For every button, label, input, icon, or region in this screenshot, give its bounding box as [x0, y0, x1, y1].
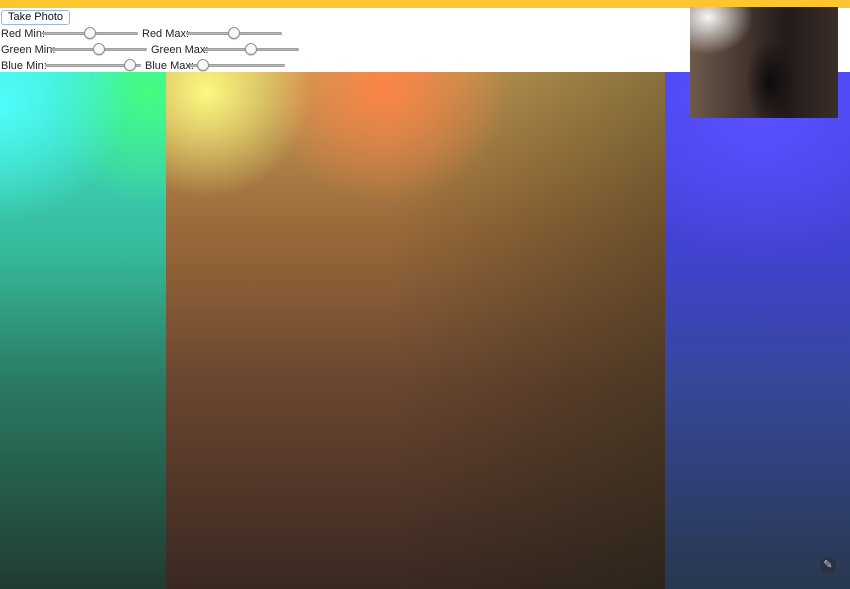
green-max-label: Green Max:: [151, 44, 209, 56]
blue-min-label: Blue Min:: [1, 60, 47, 72]
red-max-slider[interactable]: [186, 27, 282, 39]
blue-max-slider[interactable]: [189, 59, 285, 71]
red-max-label: Red Max:: [142, 28, 190, 40]
slider-thumb[interactable]: [245, 43, 257, 55]
edit-icon[interactable]: ✎: [820, 557, 836, 573]
camera-preview: [690, 7, 838, 118]
take-photo-button[interactable]: Take Photo: [1, 10, 71, 25]
blue-band: [665, 72, 850, 589]
blue-max-label: Blue Max:: [145, 60, 194, 72]
slider-thumb[interactable]: [93, 43, 105, 55]
green-max-slider[interactable]: [203, 43, 299, 55]
warm-band: [166, 72, 665, 589]
slider-thumb[interactable]: [84, 27, 96, 39]
green-min-slider[interactable]: [51, 43, 147, 55]
green-min-label: Green Min:: [1, 44, 56, 56]
red-min-label: Red Min:: [1, 28, 46, 40]
slider-thumb[interactable]: [123, 59, 136, 71]
cyan-green-band: [0, 72, 166, 589]
slider-thumb[interactable]: [228, 27, 240, 39]
red-min-slider[interactable]: [42, 27, 138, 39]
color-filter-canvas: [0, 72, 850, 589]
slider-thumb[interactable]: [197, 59, 210, 71]
blue-min-slider[interactable]: [45, 59, 141, 71]
